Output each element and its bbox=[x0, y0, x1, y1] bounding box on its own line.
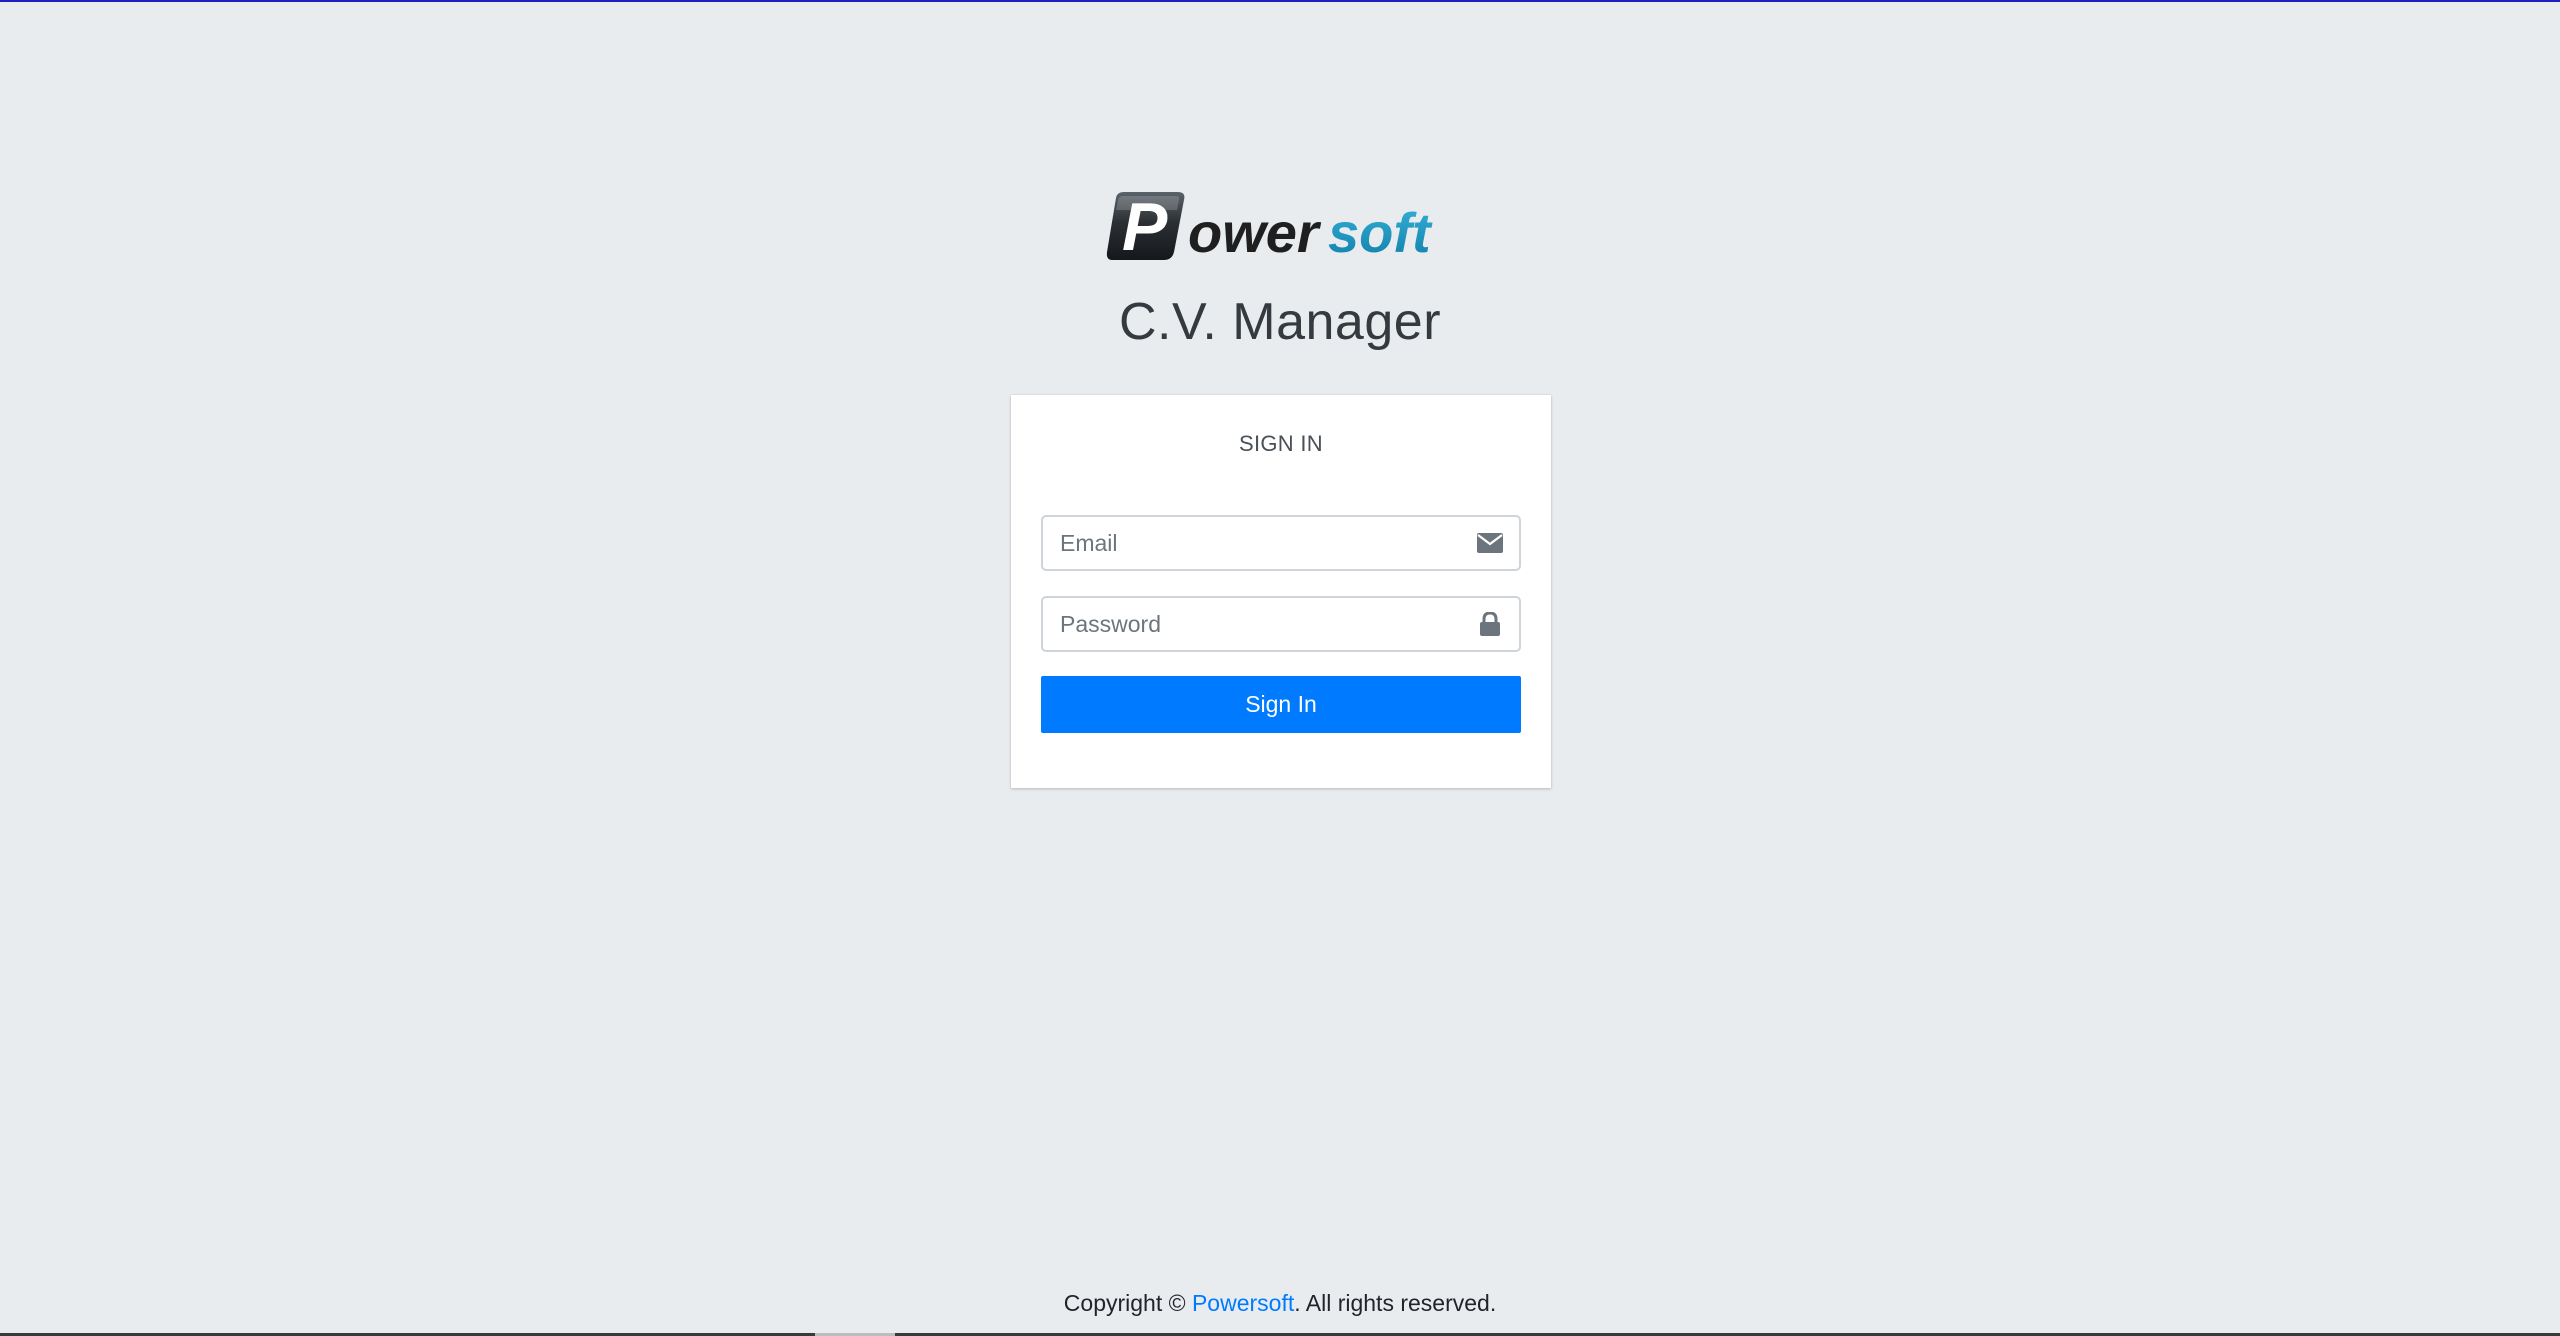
password-field[interactable] bbox=[1043, 598, 1463, 650]
logo-text-ower: ower bbox=[1188, 201, 1322, 264]
password-input-group bbox=[1041, 596, 1521, 652]
envelope-icon bbox=[1477, 531, 1503, 555]
powersoft-logo: P ower soft bbox=[1106, 186, 1458, 264]
footer-copyright: Copyright © Powersoft. All rights reserv… bbox=[0, 1290, 2560, 1317]
footer-prefix: Copyright © bbox=[1063, 1290, 1192, 1316]
login-heading: SIGN IN bbox=[1239, 431, 1323, 456]
email-input-group bbox=[1041, 515, 1521, 571]
lock-icon bbox=[1477, 612, 1503, 636]
app-title: C.V. Manager bbox=[1118, 293, 1442, 351]
logo-letter-p: P bbox=[1122, 189, 1168, 264]
login-card: SIGN IN Sign In bbox=[1011, 395, 1551, 788]
footer-powersoft-link[interactable]: Powersoft bbox=[1192, 1290, 1294, 1316]
email-field[interactable] bbox=[1043, 517, 1463, 569]
footer-suffix: . All rights reserved. bbox=[1294, 1290, 1497, 1316]
logo-text-soft: soft bbox=[1328, 201, 1433, 264]
sign-in-button[interactable]: Sign In bbox=[1041, 676, 1521, 733]
